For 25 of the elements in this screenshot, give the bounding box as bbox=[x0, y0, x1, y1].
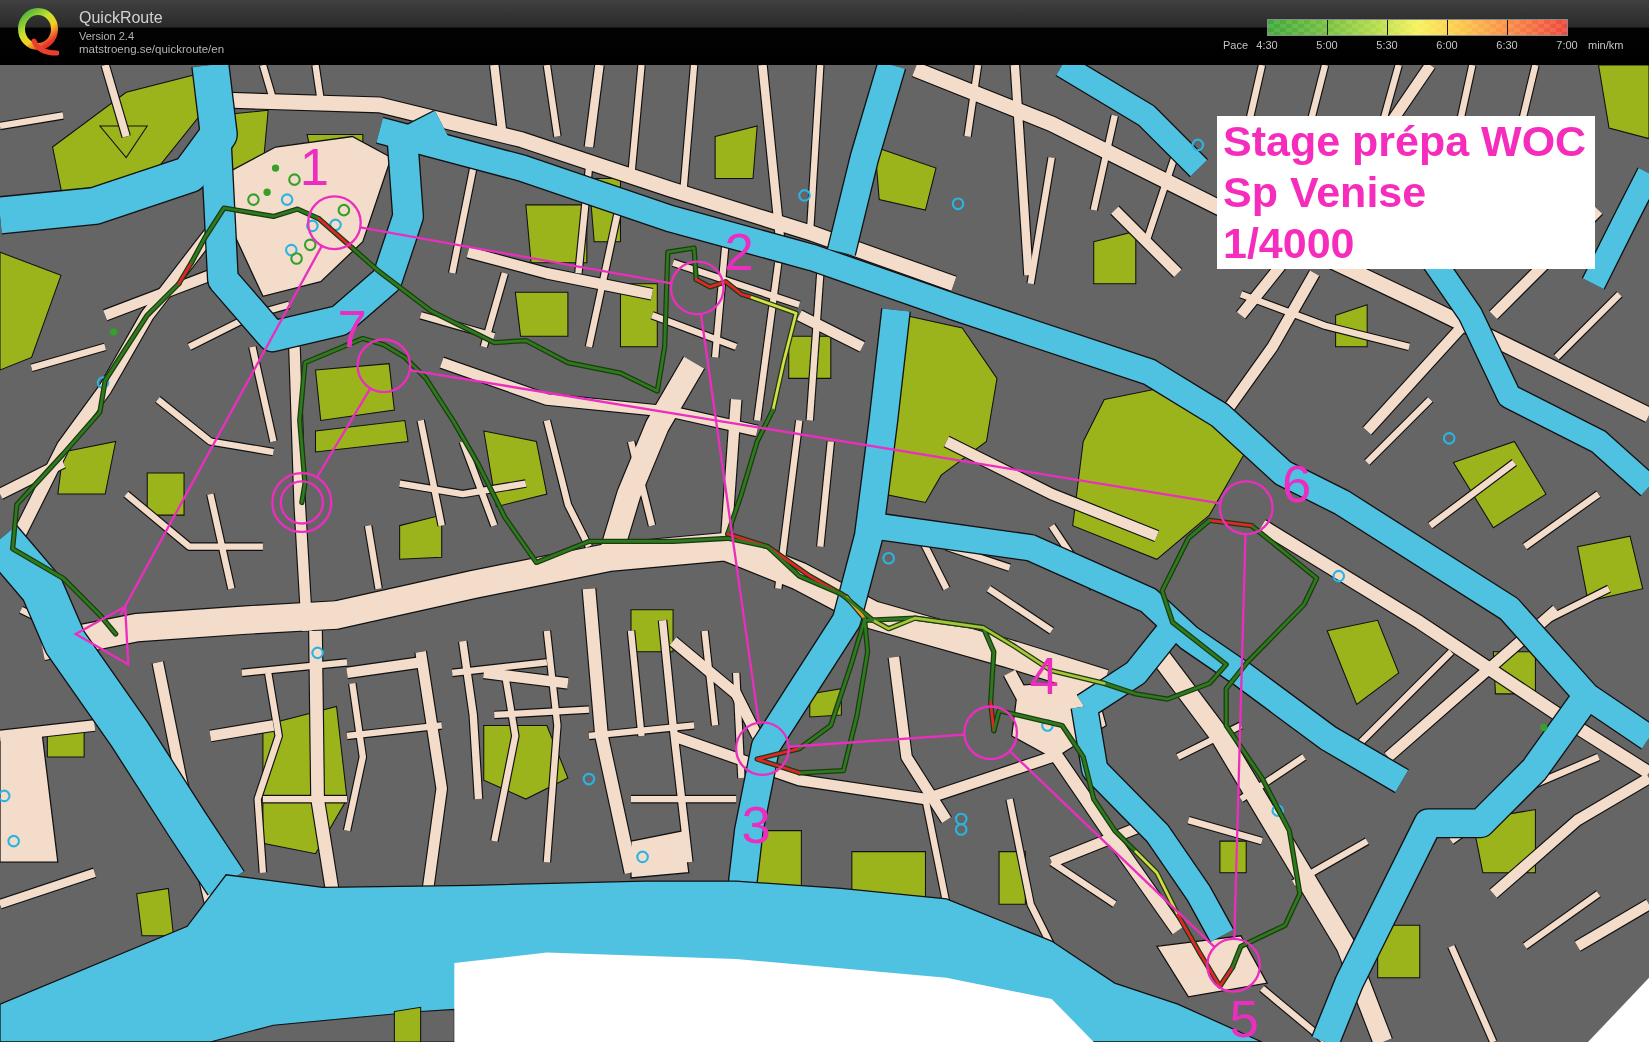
pace-tick-label: 7:00 bbox=[1556, 39, 1578, 51]
control-number: 1 bbox=[299, 136, 329, 196]
caption-line: 1/4000 bbox=[1223, 218, 1355, 269]
control-number: 5 bbox=[1229, 988, 1259, 1042]
finish-circle bbox=[271, 471, 333, 534]
pace-tick-label: 4:30 bbox=[1256, 39, 1278, 51]
app-logo-icon bbox=[17, 8, 59, 56]
control-circle bbox=[1206, 937, 1262, 993]
website-url-text: matstroeng.se/quickroute/en bbox=[79, 43, 225, 56]
control-circle bbox=[307, 195, 362, 251]
control-circle bbox=[669, 260, 725, 316]
version-text: Version 2.4 bbox=[79, 30, 135, 43]
pace-tick-label: 5:30 bbox=[1376, 39, 1398, 51]
control-circle bbox=[963, 705, 1019, 761]
start-triangle bbox=[73, 604, 130, 667]
pace-tick-label: 6:30 bbox=[1496, 39, 1518, 51]
app-title: QuickRoute bbox=[79, 9, 163, 27]
pace-tick-label: 6:00 bbox=[1436, 39, 1458, 51]
pace-label: Pace bbox=[1222, 39, 1248, 51]
control-circle bbox=[1218, 480, 1274, 536]
pace-tick-label: 5:00 bbox=[1316, 39, 1338, 51]
caption-line: Stage prépa WOC bbox=[1223, 116, 1587, 167]
pace-unit-label: min/km bbox=[1588, 39, 1624, 52]
control-circle bbox=[735, 721, 790, 777]
caption-line: Sp Venise bbox=[1223, 167, 1427, 218]
